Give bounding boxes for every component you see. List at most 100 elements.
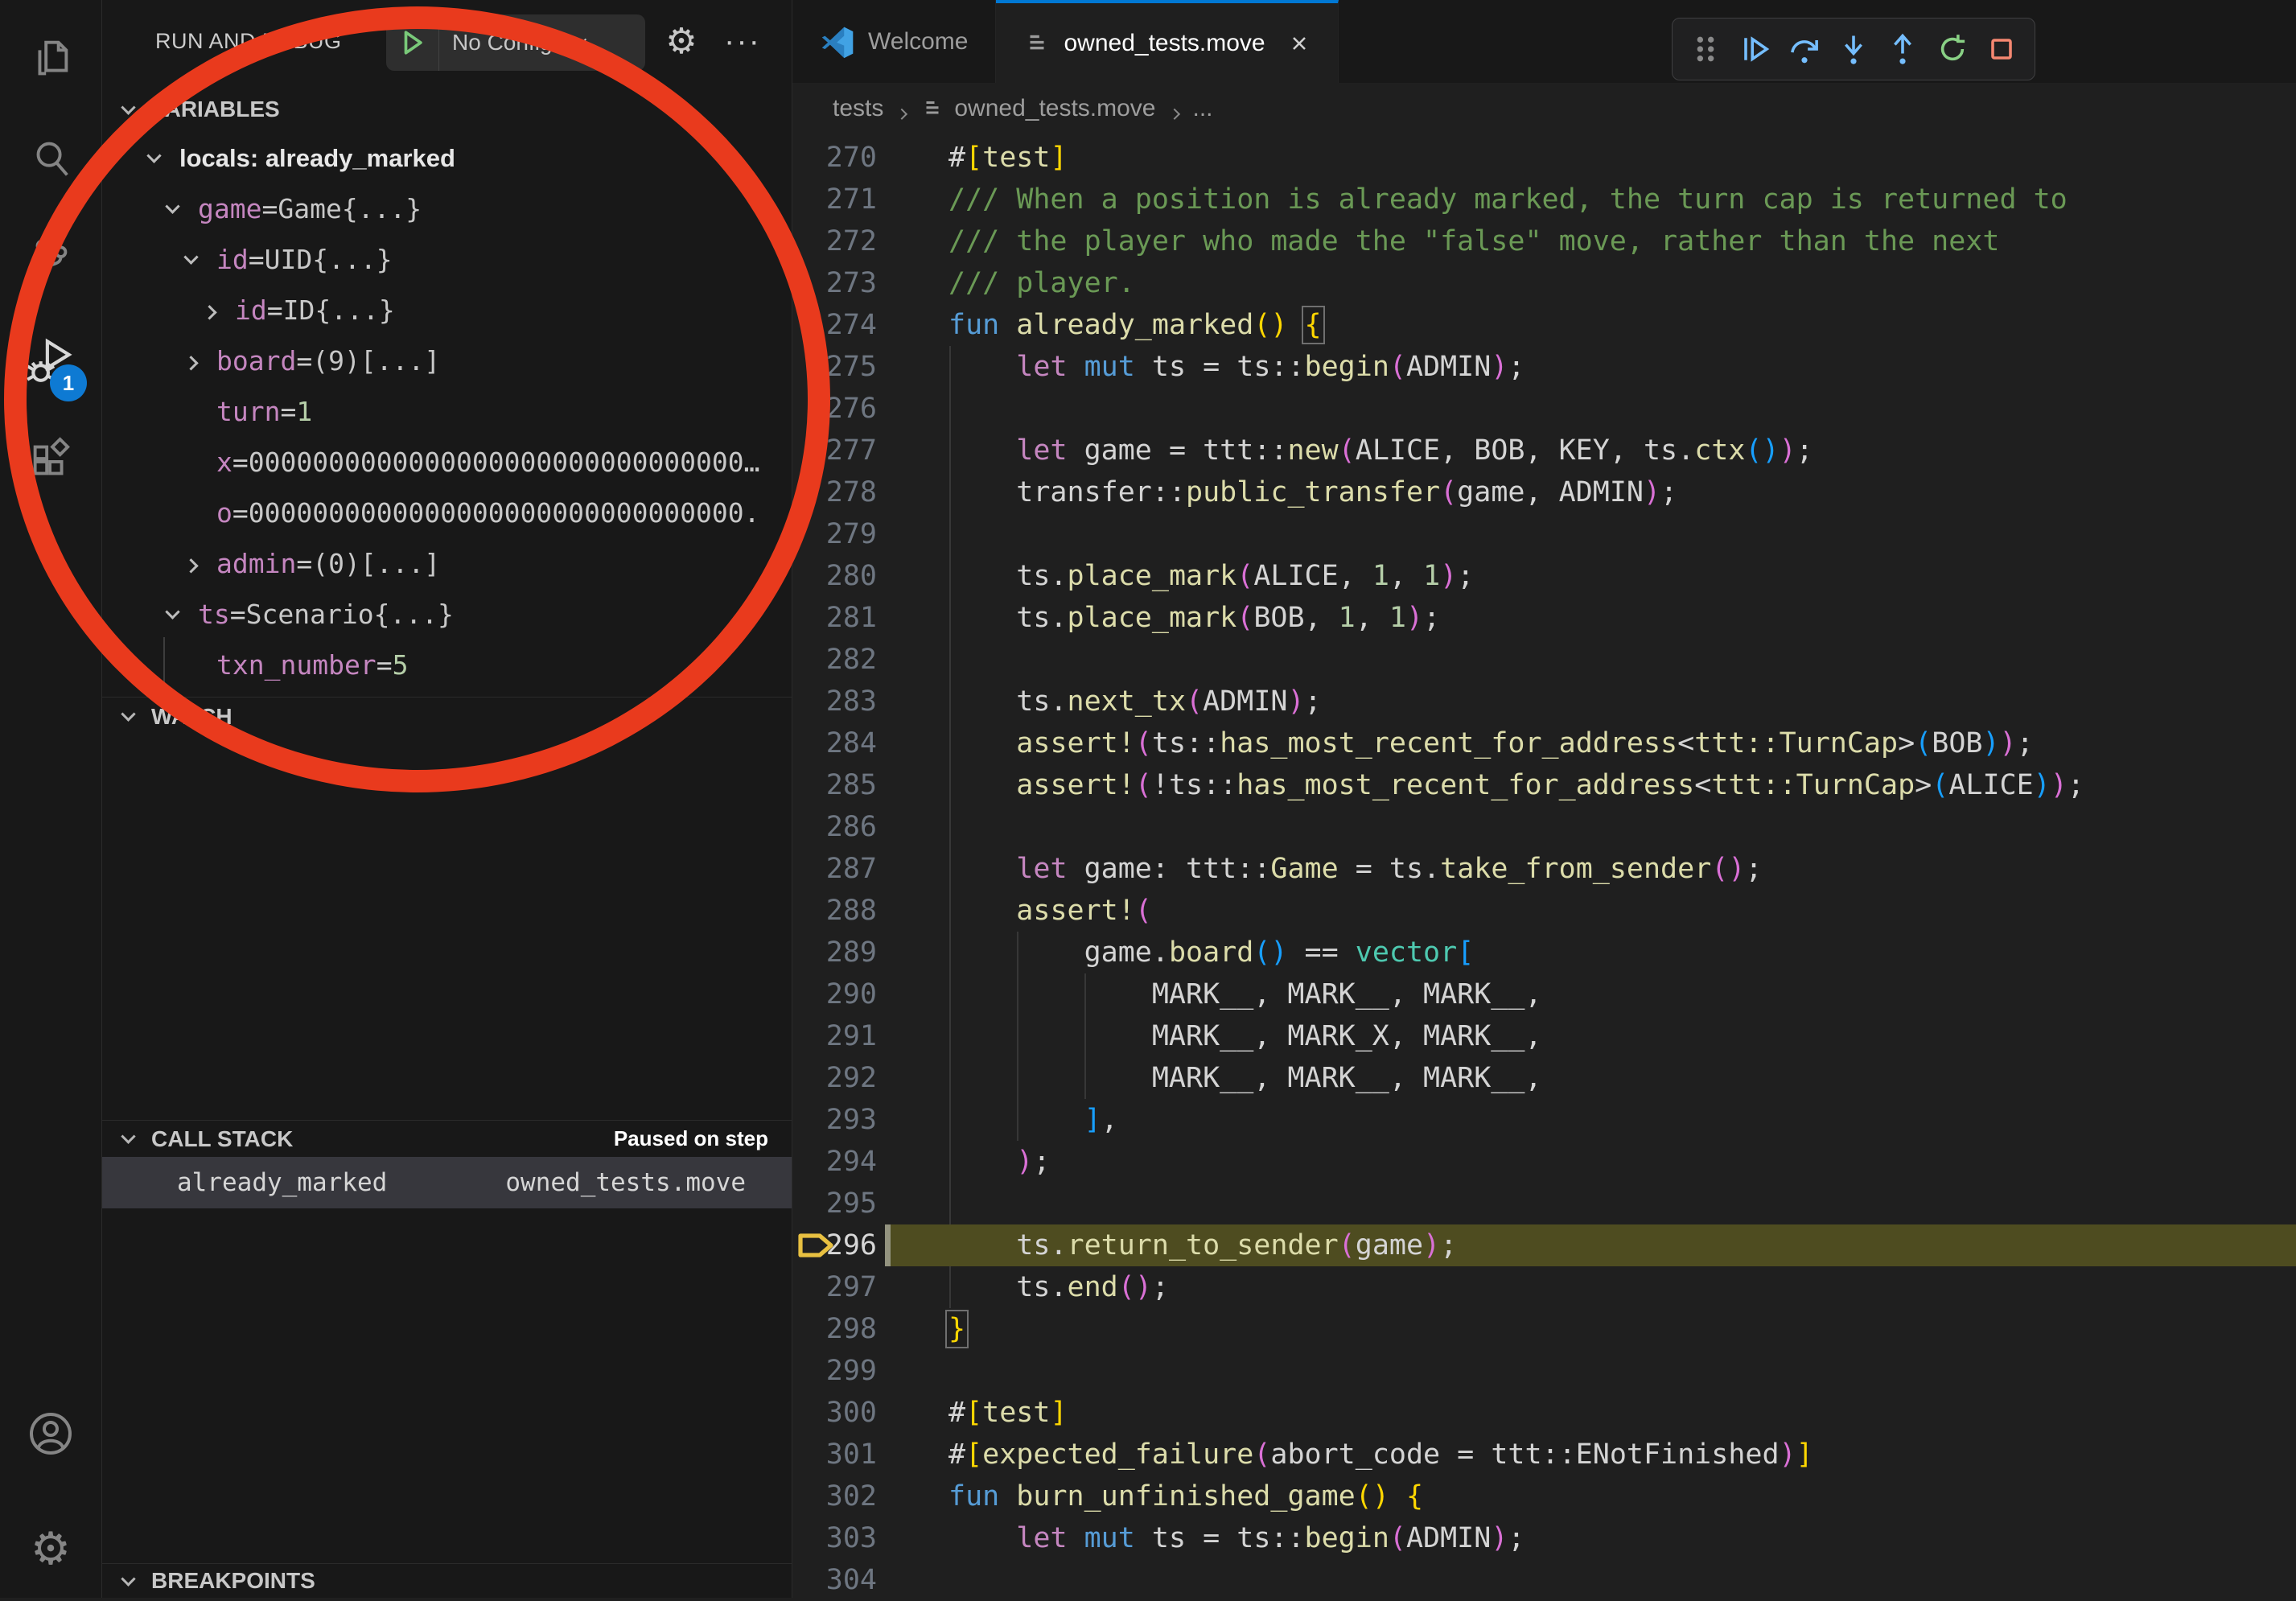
code-line: 292 MARK__, MARK__, MARK__, [792,1057,2296,1099]
line-number[interactable]: 294 [792,1146,877,1178]
toolbar-drag-handle[interactable] [1683,27,1728,72]
line-number[interactable]: 271 [792,183,877,216]
line-number[interactable]: 276 [792,393,877,425]
variable-row-admin[interactable]: admin = (0)[...] [102,538,792,589]
line-number[interactable]: 285 [792,769,877,801]
stop-icon[interactable] [1979,27,2024,72]
more-actions-icon[interactable]: ··· [717,0,768,83]
variable-row-id[interactable]: id = ID{...} [102,285,792,335]
variables-scope-row[interactable]: locals: already_marked [102,133,792,183]
line-number[interactable]: 291 [792,1020,877,1052]
tab-label: Welcome [868,28,968,56]
debug-settings-gear-icon[interactable]: ⚙ [656,0,707,83]
line-number[interactable]: 300 [792,1397,877,1429]
line-number[interactable]: 290 [792,978,877,1010]
code-text: ], [877,1104,1118,1136]
line-number[interactable]: 275 [792,351,877,383]
line-number[interactable]: 288 [792,895,877,927]
search-icon[interactable] [0,117,101,200]
editor-area: Welcome owned_tests.move tests owned_tes [792,0,2296,1598]
variable-row-ts[interactable]: ts = Scenario{...} [102,589,792,640]
code-text: /// When a position is already marked, t… [877,183,2068,216]
variable-value: 5 [393,649,409,681]
chevron-down-icon[interactable] [149,153,179,163]
code-line-current: 296 ts.return_to_sender(game); [792,1224,2296,1266]
line-number[interactable]: 273 [792,267,877,299]
line-number[interactable]: 297 [792,1271,877,1303]
chevron-down-icon[interactable] [167,204,198,214]
watch-section-header[interactable]: WATCH [102,697,792,735]
chevron-down-icon [575,34,586,45]
variable-row-turn[interactable]: turn = 1 [102,386,792,437]
call-stack-frame[interactable]: already_marked owned_tests.move [102,1157,792,1208]
variable-row-o[interactable]: o = 0000000000000000000000000000000. [102,488,792,538]
step-into-icon[interactable] [1831,27,1876,72]
explorer-icon[interactable] [0,16,101,100]
line-number[interactable]: 282 [792,644,877,676]
code-line: 299 [792,1350,2296,1392]
breakpoints-header-label: BREAKPOINTS [151,1568,315,1594]
line-number[interactable]: 303 [792,1522,877,1554]
line-number[interactable]: 293 [792,1104,877,1136]
line-number[interactable]: 284 [792,727,877,759]
variable-row-txn_number[interactable]: txn_number = 5 [102,640,792,690]
breadcrumb-item-file[interactable]: owned_tests.move [954,95,1155,122]
accounts-icon[interactable] [0,1392,101,1475]
restart-icon[interactable] [1930,27,1975,72]
chevron-right-icon[interactable] [186,356,216,366]
chevron-right-icon [896,109,907,120]
breakpoints-section-header[interactable]: BREAKPOINTS [102,1563,792,1598]
variables-section-header[interactable]: VARIABLES [102,88,792,130]
line-number[interactable]: 287 [792,853,877,885]
equals-sign: = [261,193,278,224]
line-number[interactable]: 281 [792,602,877,634]
line-number[interactable]: 304 [792,1564,877,1596]
continue-icon[interactable] [1732,27,1777,72]
chevron-right-icon[interactable] [186,558,216,569]
line-number[interactable]: 302 [792,1480,877,1513]
line-number[interactable]: 283 [792,685,877,718]
chevron-down-icon[interactable] [167,609,198,619]
variable-row-game[interactable]: game = Game{...} [102,183,792,234]
line-number[interactable]: 295 [792,1187,877,1220]
chevron-down-icon[interactable] [186,254,216,265]
breadcrumb-item-symbol[interactable]: ... [1193,95,1213,122]
code-line: 293 ], [792,1099,2296,1141]
line-number[interactable]: 289 [792,936,877,969]
line-number[interactable]: 292 [792,1062,877,1094]
line-number[interactable]: 278 [792,476,877,508]
variable-row-x[interactable]: x = 0000000000000000000000000000000… [102,437,792,488]
breadcrumb-item-folder[interactable]: tests [833,95,883,122]
code-text: assert!( [877,895,1152,927]
call-stack-section-header[interactable]: CALL STACK Paused on step [102,1120,792,1157]
code-line: 301#[expected_failure(abort_code = ttt::… [792,1434,2296,1475]
step-out-icon[interactable] [1880,27,1925,72]
editor-tab-bar: Welcome owned_tests.move [792,0,2296,83]
chevron-right-icon[interactable] [204,305,235,315]
line-number[interactable]: 301 [792,1438,877,1471]
source-control-icon[interactable] [0,217,101,301]
line-number[interactable]: 299 [792,1355,877,1387]
launch-config-dropdown[interactable]: No Configur [386,14,645,71]
variable-row-board[interactable]: board = (9)[...] [102,335,792,386]
line-number[interactable]: 279 [792,518,877,550]
line-number[interactable]: 274 [792,309,877,341]
step-over-icon[interactable] [1782,27,1827,72]
extensions-icon[interactable] [0,418,101,502]
line-number[interactable]: 277 [792,434,877,467]
line-number[interactable]: 298 [792,1313,877,1345]
line-number[interactable]: 280 [792,560,877,592]
tab-welcome[interactable]: Welcome [792,0,996,83]
settings-gear-icon[interactable]: ⚙ [0,1507,101,1591]
line-number[interactable]: 272 [792,225,877,257]
line-number[interactable]: 286 [792,811,877,843]
start-debug-icon[interactable] [386,14,439,71]
run-and-debug-icon[interactable]: 1 [0,318,101,401]
close-tab-icon[interactable] [1288,32,1311,55]
line-number[interactable]: 270 [792,142,877,174]
code-line: 297 ts.end(); [792,1266,2296,1308]
tab-owned-tests-move[interactable]: owned_tests.move [996,0,1338,83]
code-line: 304 [792,1559,2296,1601]
variable-row-id[interactable]: id = UID{...} [102,234,792,285]
variable-value: 1 [296,396,312,427]
